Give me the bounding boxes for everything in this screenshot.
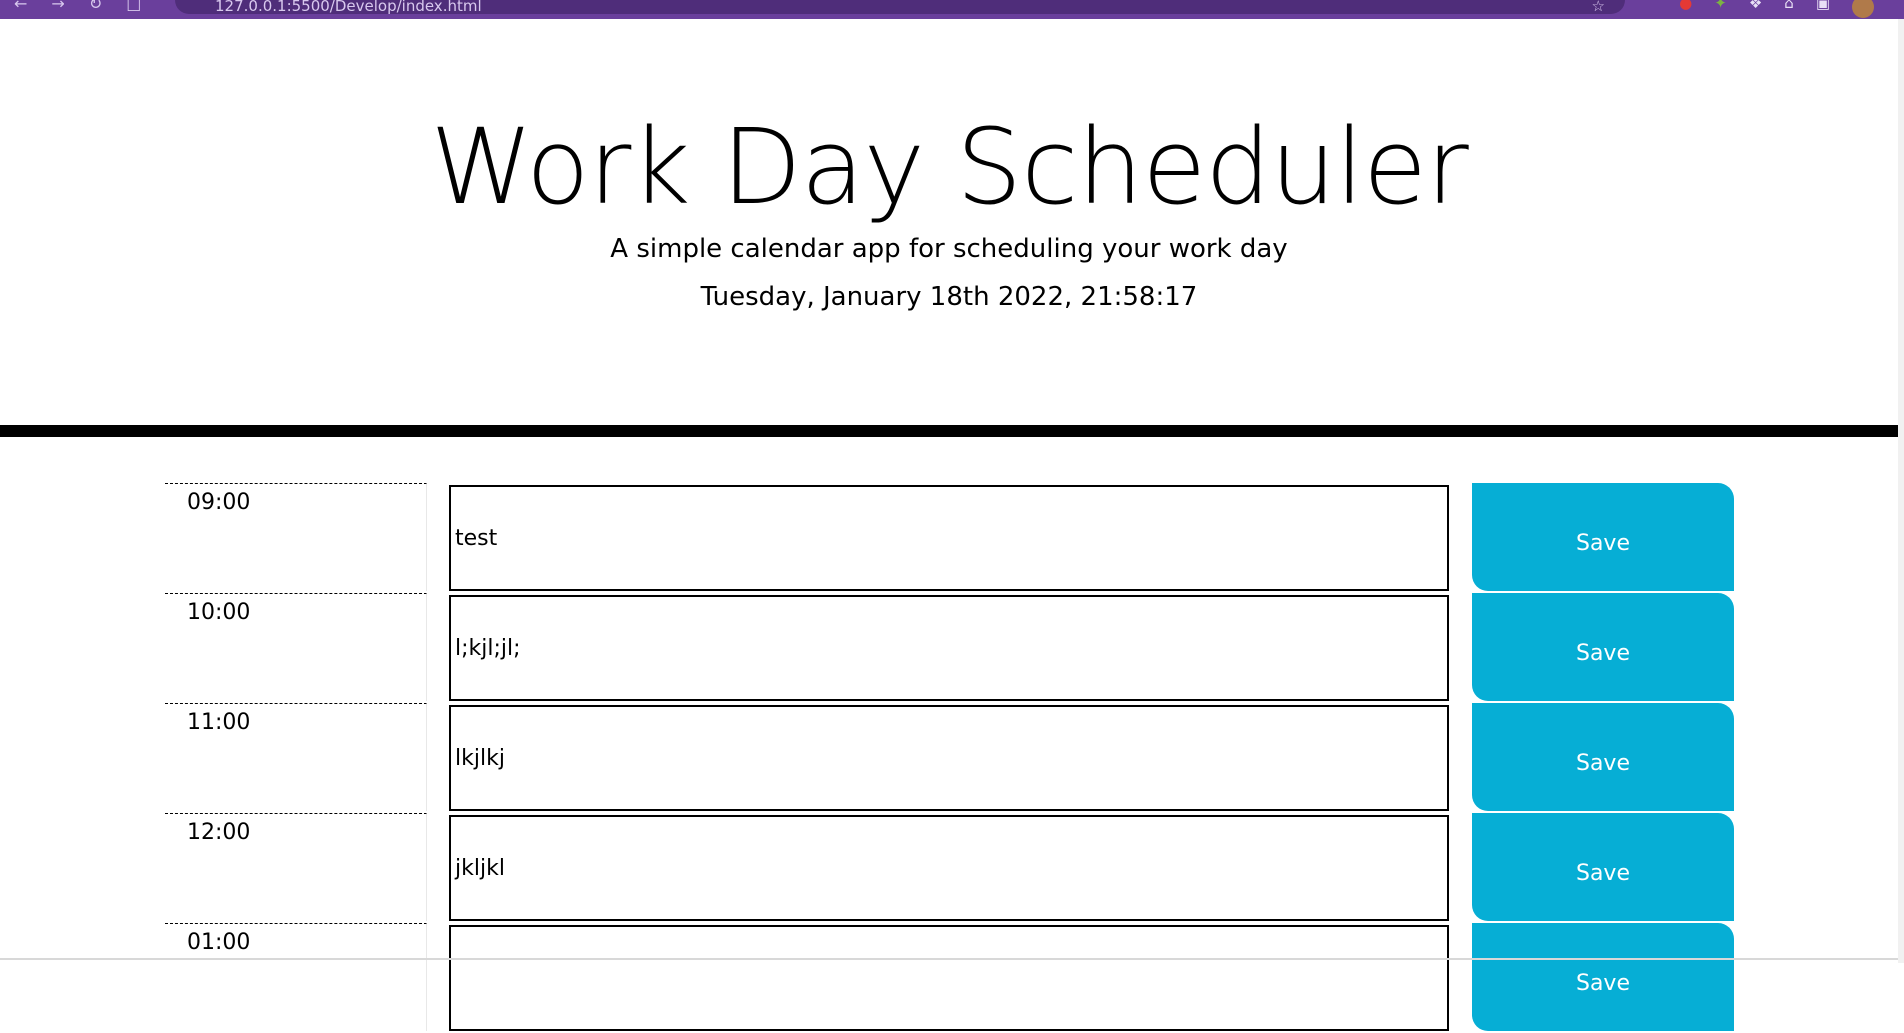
page-scrollbar[interactable] bbox=[1898, 19, 1904, 963]
profile-avatar[interactable] bbox=[1852, 0, 1874, 18]
hour-label: 01:00 bbox=[165, 923, 427, 1031]
save-button[interactable]: Save bbox=[1472, 813, 1734, 921]
event-description-input[interactable]: lkjlkj bbox=[449, 705, 1449, 811]
save-button[interactable]: Save bbox=[1472, 483, 1734, 591]
reload-icon[interactable]: ↻ bbox=[89, 0, 102, 13]
event-description-input[interactable]: l;kjl;jl; bbox=[449, 595, 1449, 701]
address-text: 127.0.0.1:5500/Develop/index.html bbox=[215, 0, 482, 15]
hour-label: 12:00 bbox=[165, 813, 427, 921]
time-block-row: 10:00 l;kjl;jl; Save bbox=[165, 593, 1735, 703]
time-block-container: 09:00 test Save 10:00 l;kjl;jl; Save 11:… bbox=[165, 483, 1735, 1033]
extension-red-icon[interactable]: ● bbox=[1679, 0, 1692, 18]
time-block-row: 12:00 jkljkl Save bbox=[165, 813, 1735, 923]
bottom-edge-divider bbox=[0, 958, 1898, 960]
save-button[interactable]: Save bbox=[1472, 703, 1734, 811]
header-jumbotron: Work Day Scheduler A simple calendar app… bbox=[0, 19, 1898, 437]
time-block-row: 09:00 test Save bbox=[165, 483, 1735, 593]
window-icon[interactable]: ▣ bbox=[1816, 0, 1830, 18]
event-description-input[interactable] bbox=[449, 925, 1449, 1031]
extension-icons: ● ✦ ❖ ⌂ ▣ bbox=[1679, 0, 1874, 18]
event-description-input[interactable]: test bbox=[449, 485, 1449, 591]
home-icon[interactable]: ⌂ bbox=[1784, 0, 1794, 18]
address-bar[interactable]: 127.0.0.1:5500/Develop/index.html ☆ bbox=[175, 0, 1625, 15]
event-description-input[interactable]: jkljkl bbox=[449, 815, 1449, 921]
hour-label: 11:00 bbox=[165, 703, 427, 811]
hour-label: 10:00 bbox=[165, 593, 427, 701]
bookmark-star-icon[interactable]: ☆ bbox=[1592, 0, 1605, 19]
browser-toolbar: ← → ↻ □ 127.0.0.1:5500/Develop/index.htm… bbox=[0, 0, 1904, 19]
page-icon: □ bbox=[126, 0, 142, 13]
page-lead: A simple calendar app for scheduling you… bbox=[610, 234, 1288, 264]
page-title: Work Day Scheduler bbox=[430, 106, 1469, 228]
current-day: Tuesday, January 18th 2022, 21:58:17 bbox=[700, 282, 1198, 312]
save-button[interactable]: Save bbox=[1472, 923, 1734, 1031]
extension-green-icon[interactable]: ✦ bbox=[1714, 0, 1727, 18]
hour-label: 09:00 bbox=[165, 483, 427, 591]
time-block-row: 01:00 Save bbox=[165, 923, 1735, 1033]
forward-icon[interactable]: → bbox=[51, 0, 64, 13]
extension-puzzle-icon[interactable]: ❖ bbox=[1749, 0, 1762, 18]
save-button[interactable]: Save bbox=[1472, 593, 1734, 701]
time-block-row: 11:00 lkjlkj Save bbox=[165, 703, 1735, 813]
back-icon[interactable]: ← bbox=[14, 0, 27, 13]
browser-nav: ← → ↻ □ bbox=[14, 0, 141, 13]
